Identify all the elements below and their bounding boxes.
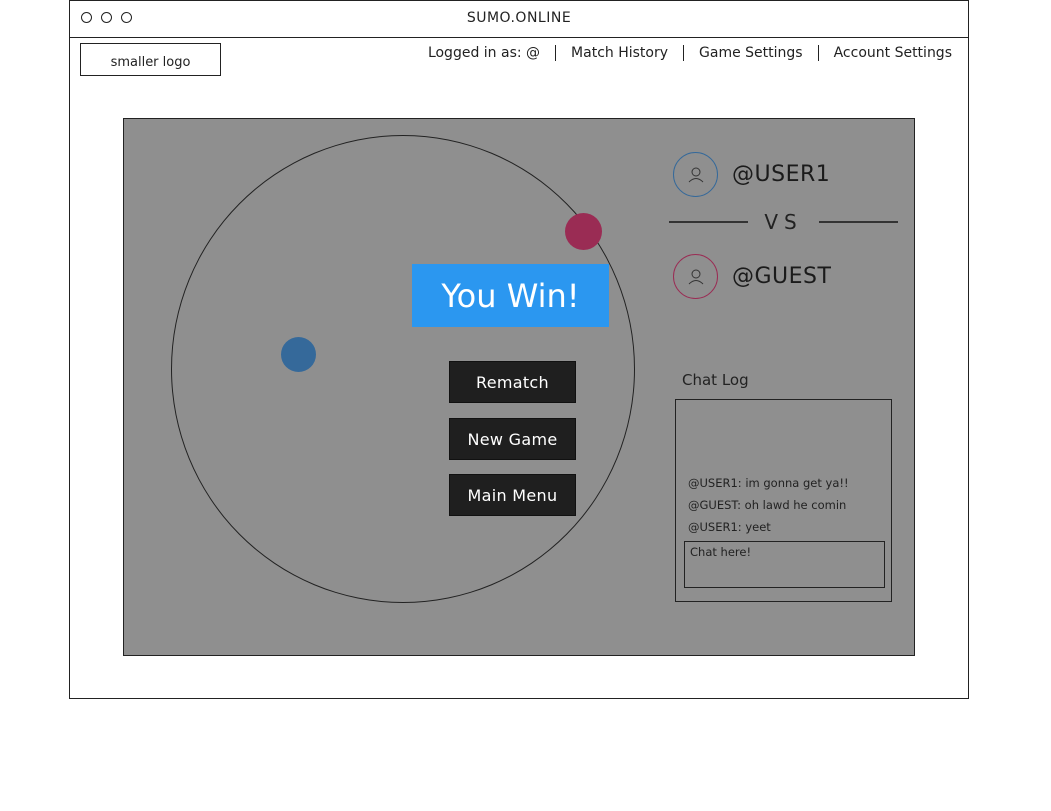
chat-message: @USER1: yeet bbox=[688, 520, 771, 534]
result-banner: You Win! bbox=[412, 264, 609, 327]
new-game-button[interactable]: New Game bbox=[449, 418, 576, 460]
divider-line bbox=[818, 221, 899, 223]
nav-match-history[interactable]: Match History bbox=[571, 45, 668, 61]
logo[interactable]: smaller logo bbox=[80, 43, 221, 76]
player1-card: @USER1 bbox=[673, 152, 830, 197]
rematch-button[interactable]: Rematch bbox=[449, 361, 576, 403]
divider-line bbox=[669, 221, 749, 223]
player2-name: @GUEST bbox=[732, 264, 832, 289]
player1-name: @USER1 bbox=[732, 162, 831, 187]
nav-divider bbox=[555, 45, 557, 61]
logged-in-label: Logged in as: @ bbox=[427, 45, 541, 61]
user-icon bbox=[688, 269, 703, 284]
versus-divider: VS bbox=[669, 209, 899, 235]
window-title: SUMO.ONLINE bbox=[466, 10, 572, 26]
player2-card: @GUEST bbox=[673, 254, 831, 299]
chat-message: @USER1: im gonna get ya!! bbox=[688, 476, 849, 490]
player1-avatar bbox=[673, 152, 718, 197]
chat-input[interactable] bbox=[684, 541, 885, 588]
nav-divider bbox=[683, 45, 685, 61]
nav-divider bbox=[817, 45, 819, 61]
title-bar: SUMO.ONLINE bbox=[70, 1, 968, 38]
browser-window: SUMO.ONLINE smaller logo Logged in as: @… bbox=[69, 0, 969, 699]
chat-messages: @USER1: im gonna get ya!! @GUEST: oh law… bbox=[688, 472, 849, 538]
chat-log-label: Chat Log bbox=[682, 371, 749, 389]
main-menu-button[interactable]: Main Menu bbox=[449, 474, 576, 516]
chat-message: @GUEST: oh lawd he comin bbox=[688, 498, 847, 512]
top-nav: Logged in as: @ Match History Game Setti… bbox=[428, 45, 952, 61]
game-area: You Win! Rematch New Game Main Menu @USE… bbox=[123, 118, 915, 656]
user-icon bbox=[688, 167, 703, 182]
chat-log-panel: @USER1: im gonna get ya!! @GUEST: oh law… bbox=[675, 399, 892, 602]
nav-game-settings[interactable]: Game Settings bbox=[699, 45, 803, 61]
nav-account-settings[interactable]: Account Settings bbox=[834, 45, 952, 61]
player1-puck bbox=[281, 337, 316, 372]
player2-avatar bbox=[673, 254, 718, 299]
versus-label: VS bbox=[764, 210, 803, 234]
player2-puck bbox=[565, 213, 602, 250]
